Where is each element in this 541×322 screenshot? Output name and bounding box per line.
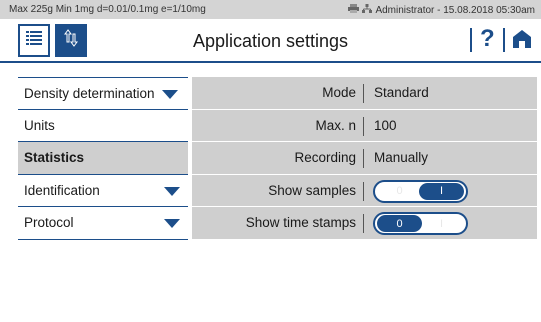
divider [363,149,364,168]
setting-value: Standard [374,85,429,100]
setting-row-max-n[interactable]: Max. n 100 [192,110,537,142]
user-datetime: Administrator - 15.08.2018 05:30am [375,4,535,16]
divider [363,214,364,233]
setting-row-show-samples: Show samples 0 I [192,175,537,207]
divider [363,84,364,103]
category-label: Units [24,117,55,133]
header-bar: Application settings ? [0,19,541,63]
setting-label: Show time stamps [245,215,356,230]
dropdown-arrow-icon [164,219,180,228]
balance-specs: Max 225g Min 1mg d=0.01/0.1mg e=1/10mg [9,4,206,15]
printer-icon [348,4,360,16]
settings-panel: Mode Standard Max. n 100 Recording Manua… [192,77,537,239]
settings-categories: Density determination Units Statistics I… [18,77,188,240]
setting-value: 100 [374,117,397,133]
show-samples-toggle[interactable]: 0 I [373,179,468,203]
status-right: Administrator - 15.08.2018 05:30am [348,4,535,16]
setting-label: Max. n [315,117,356,133]
setting-value: Manually [374,150,429,165]
page-title: Application settings [192,31,349,51]
category-protocol[interactable]: Protocol [18,207,188,240]
network-icon [362,4,373,16]
show-time-stamps-toggle[interactable]: 0 I [373,212,468,235]
setting-label: Mode [322,85,356,100]
category-label: Statistics [24,150,85,166]
divider [363,116,364,136]
category-label: Identification [24,182,100,198]
category-label: Density determination [24,85,155,101]
toggle-on-option: I [419,182,464,200]
header-divider [503,28,505,52]
status-bar: Max 225g Min 1mg d=0.01/0.1mg e=1/10mg A… [0,0,541,19]
home-button[interactable] [512,29,532,54]
category-label: Protocol [24,215,74,231]
home-icon [512,30,532,53]
dropdown-arrow-icon [164,186,180,196]
divider [363,181,364,201]
setting-row-mode[interactable]: Mode Standard [192,77,537,110]
toggle-on-option: I [439,217,444,230]
setting-row-show-time-stamps: Show time stamps 0 I [192,207,537,240]
toggle-off-option: 0 [396,185,403,197]
category-identification[interactable]: Identification [18,174,188,207]
setting-row-recording[interactable]: Recording Manually [192,142,537,175]
header-divider [470,28,472,52]
setting-label: Show samples [268,182,356,198]
category-density-determination[interactable]: Density determination [18,77,188,110]
category-statistics[interactable]: Statistics [18,142,188,175]
dropdown-arrow-icon [162,90,178,99]
category-units[interactable]: Units [18,109,188,142]
toggle-off-option: 0 [377,215,422,232]
setting-label: Recording [294,150,356,165]
help-button[interactable]: ? [480,25,495,53]
